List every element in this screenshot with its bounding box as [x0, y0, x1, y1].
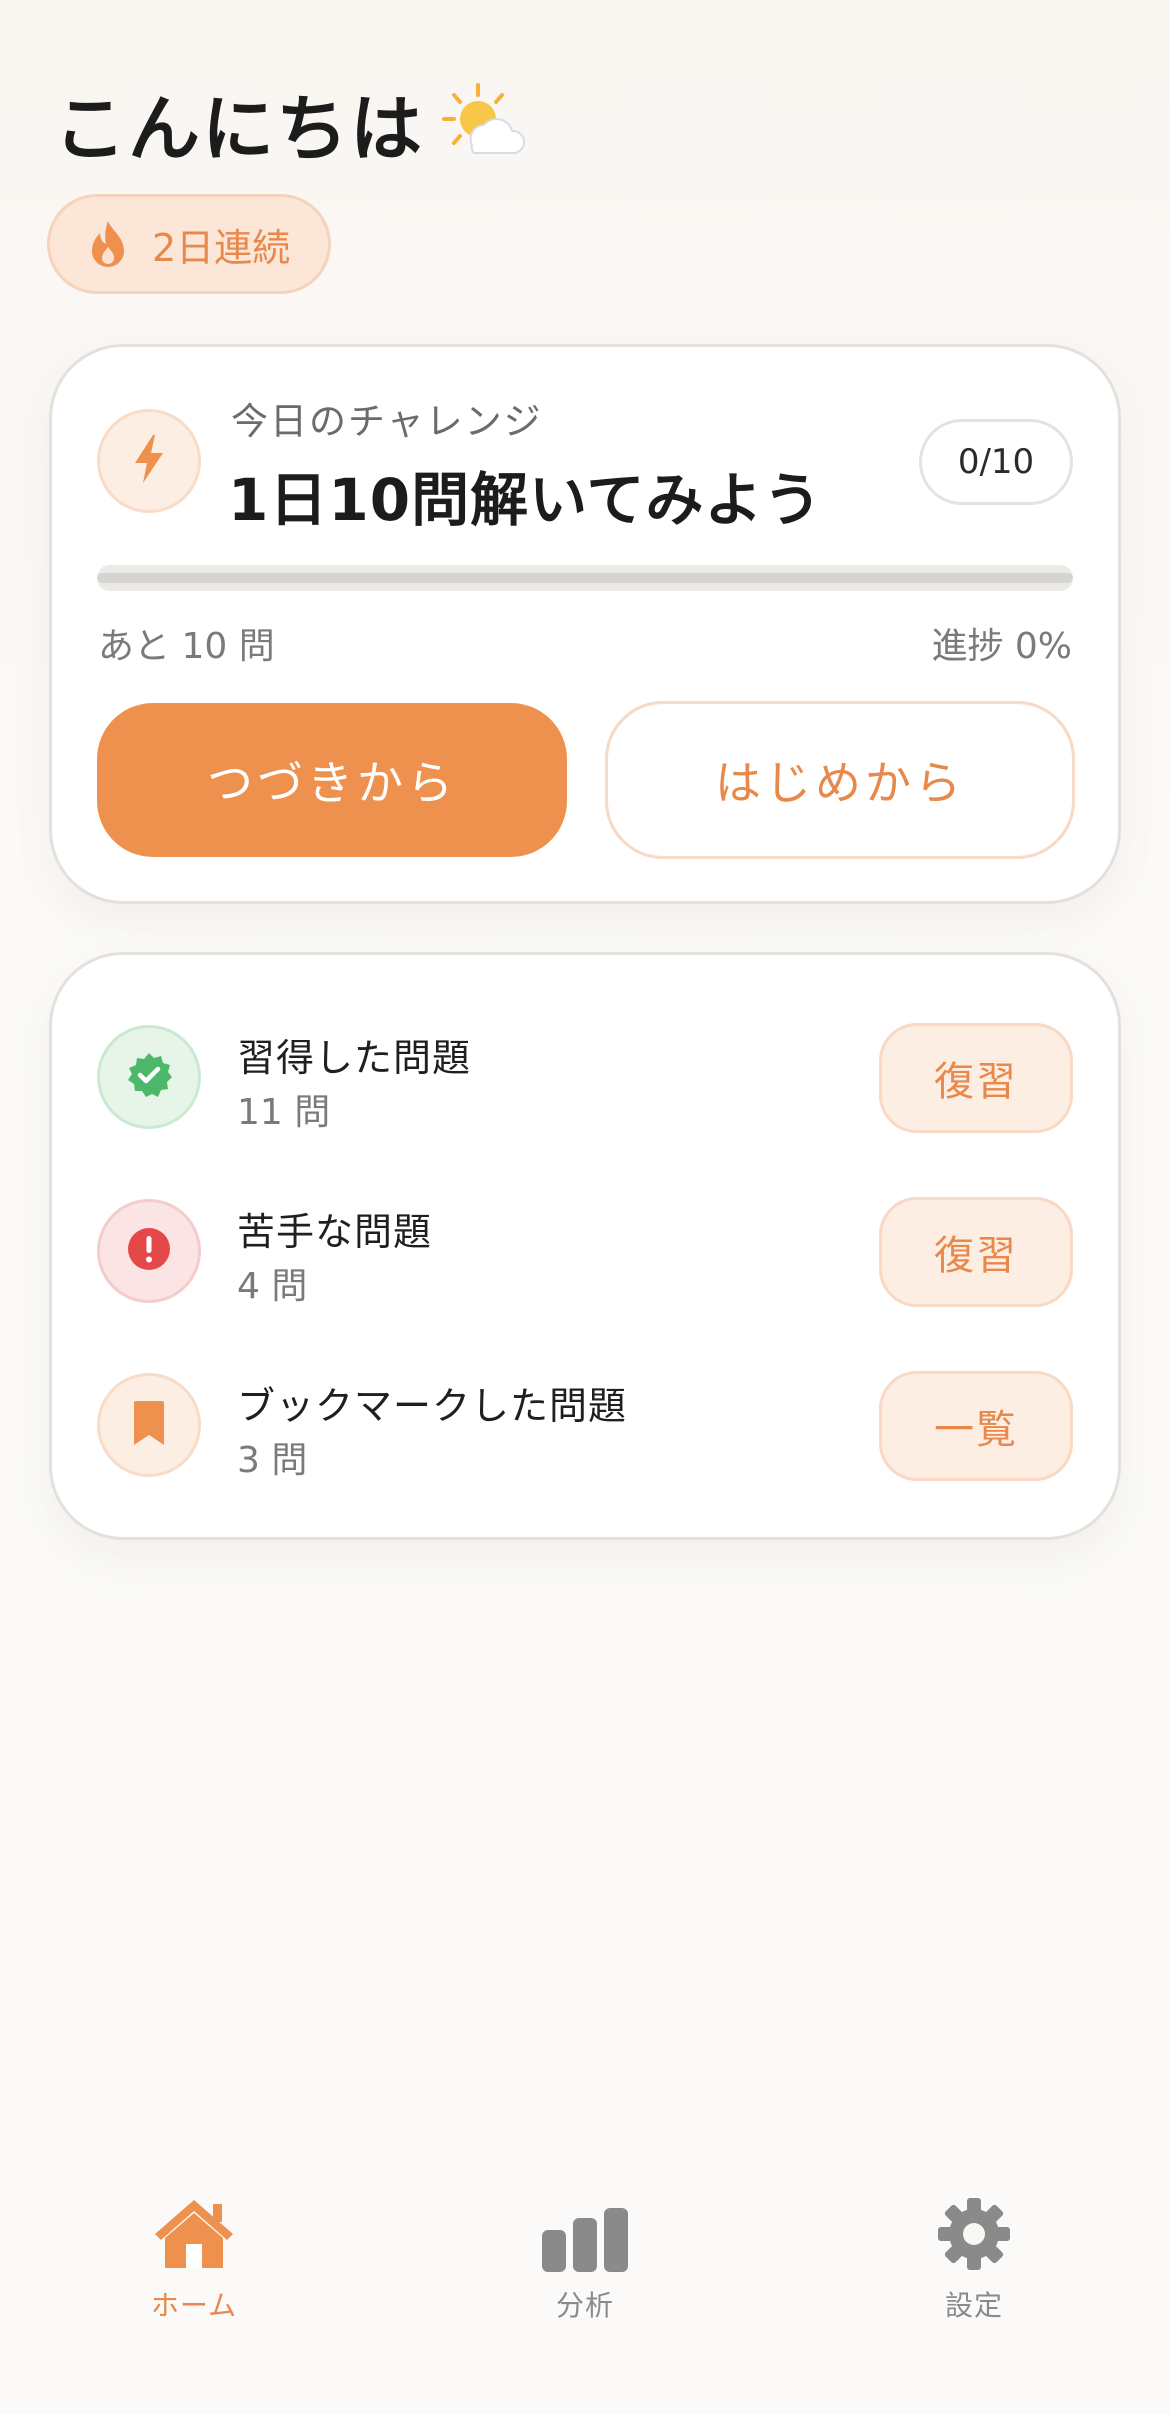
greeting-header: こんにちは [54, 70, 526, 175]
progress-percent-label: 進捗 0% [931, 626, 1072, 667]
bottom-tab-bar: ホーム 分析 設定 [0, 2190, 1170, 2414]
list-item-count: 11 問 [237, 1092, 331, 1133]
tab-home[interactable]: ホーム [94, 2190, 294, 2324]
challenge-subtitle: 今日のチャレンジ [231, 400, 543, 443]
question-lists-card: 習得した問題 11 問 復習 苦手な問題 4 問 復習 ブックマークした問題 3… [49, 952, 1121, 1540]
sun-behind-cloud-icon [442, 81, 526, 165]
greeting-text: こんにちは [54, 87, 425, 171]
remaining-label: あと 10 問 [98, 626, 275, 667]
list-item-bookmarked: ブックマークした問題 3 問 一覧 [52, 1365, 1118, 1485]
tab-home-label: ホーム [150, 2289, 238, 2322]
review-mastered-button[interactable]: 復習 [879, 1023, 1073, 1133]
list-item-count: 3 問 [237, 1440, 308, 1481]
exclamation-icon [126, 1226, 172, 1276]
row-icon-circle [97, 1025, 201, 1129]
list-item-mastered: 習得した問題 11 問 復習 [52, 1017, 1118, 1137]
streak-label: 2日連続 [152, 225, 291, 270]
bar-chart-icon [537, 2190, 633, 2272]
home-icon [146, 2190, 242, 2272]
tab-settings-label: 設定 [944, 2289, 1003, 2322]
list-item-title: ブックマークした問題 [237, 1384, 628, 1428]
daily-challenge-card: 今日のチャレンジ 1日10問解いてみよう 0/10 あと 10 問 進捗 0% … [49, 344, 1121, 904]
list-item-count: 4 問 [237, 1266, 308, 1307]
list-item-title: 習得した問題 [237, 1036, 472, 1080]
flame-icon [86, 219, 130, 269]
gear-icon [926, 2190, 1022, 2272]
tab-analytics[interactable]: 分析 [485, 2190, 685, 2324]
challenge-progress-bar [97, 565, 1073, 591]
row-icon-circle [97, 1373, 201, 1477]
restart-button[interactable]: はじめから [605, 701, 1075, 859]
list-item-weak: 苦手な問題 4 問 復習 [52, 1191, 1118, 1311]
home-screen: こんにちは 2日連続 今日のチャレンジ 1日10問解いてみよう 0/10 あと … [0, 0, 1170, 2414]
streak-badge: 2日連続 [47, 194, 331, 294]
tab-analytics-label: 分析 [555, 2289, 614, 2322]
bookmark-icon [132, 1399, 166, 1451]
view-bookmarks-button[interactable]: 一覧 [879, 1371, 1073, 1481]
lightning-icon [129, 433, 169, 489]
challenge-title: 1日10問解いてみよう [228, 466, 823, 534]
tab-settings[interactable]: 設定 [874, 2190, 1074, 2324]
challenge-icon-circle [97, 409, 201, 513]
challenge-count-badge: 0/10 [919, 419, 1073, 505]
verified-check-icon [124, 1050, 174, 1104]
review-weak-button[interactable]: 復習 [879, 1197, 1073, 1307]
row-icon-circle [97, 1199, 201, 1303]
continue-button[interactable]: つづきから [97, 703, 567, 857]
list-item-title: 苦手な問題 [237, 1210, 433, 1254]
